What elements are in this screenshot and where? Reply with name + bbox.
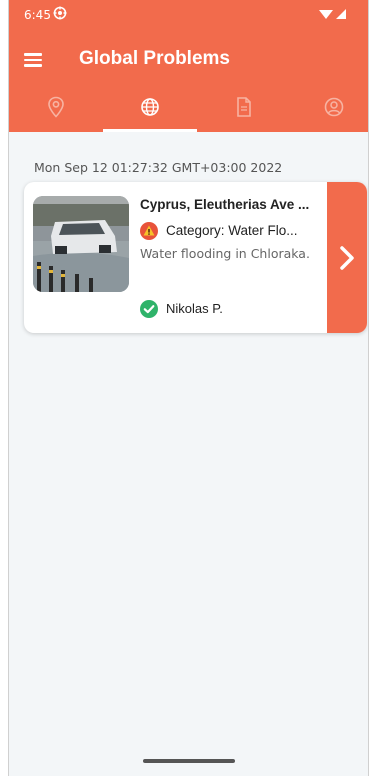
problem-card[interactable]: Cyprus, Eleutherias Ave ... Category: Wa… [24, 182, 367, 333]
chevron-right-icon [340, 245, 354, 270]
problem-author: Nikolas P. [140, 300, 320, 320]
page-title: Global Problems [79, 48, 230, 69]
document-icon [237, 97, 251, 117]
flood-photo-image [33, 196, 129, 292]
open-problem-button[interactable] [327, 182, 367, 333]
verified-check-icon [140, 300, 158, 318]
problem-location: Cyprus, Eleutherias Ave ... [140, 197, 310, 212]
signal-battery-icon [319, 9, 346, 19]
status-bar: 6:45 [9, 0, 368, 30]
problem-category: Category: Water Flo... [140, 222, 325, 242]
profile-icon [324, 97, 344, 117]
tab-bar [9, 90, 368, 132]
status-time: 6:45 [24, 8, 51, 22]
tab-map[interactable] [11, 90, 101, 132]
feed-timestamp: Mon Sep 12 01:27:32 GMT+03:00 2022 [34, 160, 283, 175]
location-pin-icon [48, 96, 64, 118]
active-tab-indicator [103, 129, 197, 132]
globe-icon [141, 98, 159, 116]
settings-status-icon [53, 6, 67, 20]
author-name: Nikolas P. [166, 301, 223, 316]
menu-icon[interactable] [24, 50, 46, 70]
problem-description: Water flooding in Chloraka. [140, 246, 310, 261]
category-label: Category: Water Flo... [166, 223, 298, 238]
app-bar: 6:45 Global Problems [9, 0, 368, 132]
warning-icon [140, 222, 158, 240]
toolbar: Global Problems [9, 40, 368, 80]
tab-profile[interactable] [289, 90, 368, 132]
home-gesture-handle[interactable] [142, 759, 235, 763]
tab-reports[interactable] [199, 90, 289, 132]
tab-global[interactable] [105, 90, 195, 132]
system-nav-bar [9, 750, 368, 776]
app-screen: 6:45 Global Problems Mon Sep 12 01:27:32… [8, 0, 369, 776]
problem-photo[interactable] [33, 196, 129, 292]
